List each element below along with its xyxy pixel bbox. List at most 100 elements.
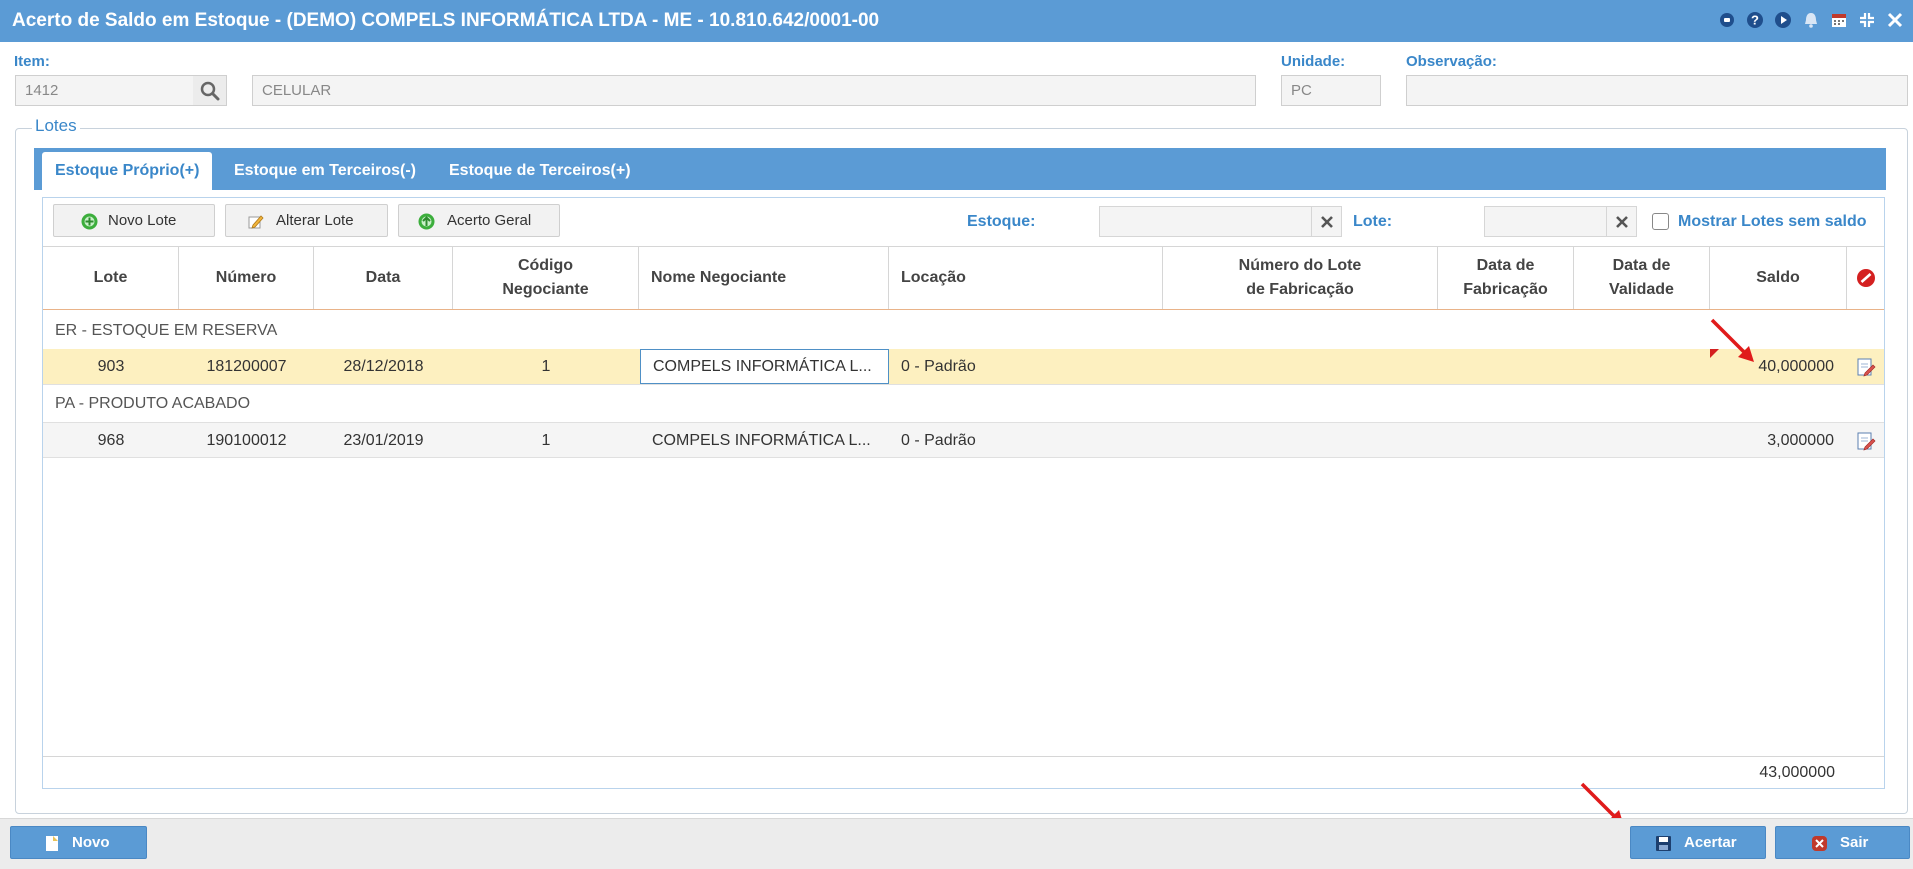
- bell-icon[interactable]: [1801, 10, 1821, 30]
- clear-x-icon: [1615, 215, 1628, 228]
- col-saldo[interactable]: Saldo: [1710, 247, 1847, 309]
- row-edit-action[interactable]: [1847, 423, 1884, 458]
- unidade-label: Unidade:: [1281, 53, 1346, 70]
- cell-lote: 968: [97, 431, 125, 449]
- unidade-input[interactable]: PC: [1281, 75, 1381, 106]
- table-row[interactable]: 968 190100012 23/01/2019 1 COMPELS INFOR…: [43, 422, 1884, 458]
- calendar-icon[interactable]: [1829, 10, 1849, 30]
- acertar-button[interactable]: Acertar: [1630, 826, 1766, 859]
- document-edit-icon: [1857, 358, 1875, 377]
- sair-label: Sair: [1840, 834, 1869, 851]
- novo-button[interactable]: Novo: [10, 826, 147, 859]
- estoque-filter-input[interactable]: [1099, 206, 1312, 237]
- lote-filter-input[interactable]: [1484, 206, 1607, 237]
- group-header-pa: PA - PRODUTO ACABADO: [55, 395, 251, 412]
- lotes-legend: Lotes: [32, 116, 80, 136]
- play-icon[interactable]: [1773, 10, 1793, 30]
- col-lote[interactable]: Lote: [43, 247, 179, 309]
- cell-numero: 190100012: [206, 431, 287, 449]
- mostrar-lotes-checkbox[interactable]: [1652, 213, 1669, 230]
- cell-num-lote-fab: [1163, 423, 1438, 458]
- close-icon[interactable]: [1885, 10, 1905, 30]
- grid-header: Lote Número Data Código Negociante Nome N…: [43, 246, 1884, 310]
- cell-nome[interactable]: COMPELS INFORMÁTICA L...: [640, 349, 889, 384]
- col-data-validade[interactable]: Data de Validade: [1574, 247, 1710, 309]
- novo-lote-button[interactable]: Novo Lote: [53, 204, 215, 237]
- window-title: Acerto de Saldo em Estoque - (DEMO) COMP…: [12, 10, 880, 31]
- collapse-icon[interactable]: [1857, 10, 1877, 30]
- help-icon[interactable]: ?: [1745, 10, 1765, 30]
- lote-filter-label: Lote:: [1353, 213, 1393, 230]
- save-icon: [1656, 836, 1671, 851]
- cell-data-val: [1574, 423, 1710, 458]
- cell-saldo[interactable]: 3,000000: [1710, 423, 1847, 458]
- col-data[interactable]: Data: [314, 247, 453, 309]
- cell-locacao: 0 - Padrão: [901, 357, 976, 375]
- cell-data-fab: [1438, 423, 1574, 458]
- tab-estoque-em-terceiros[interactable]: Estoque em Terceiros(-): [221, 152, 429, 190]
- observacao-label: Observação:: [1406, 53, 1497, 70]
- tab-estoque-de-terceiros[interactable]: Estoque de Terceiros(+): [436, 152, 644, 190]
- cell-numero: 181200007: [206, 357, 287, 375]
- cell-codigo: 1: [541, 357, 551, 375]
- estoque-filter-label: Estoque:: [967, 213, 1036, 230]
- cell-codigo: 1: [541, 431, 551, 449]
- col-data-fab-line1: Data de: [1476, 257, 1535, 274]
- document-edit-icon: [1857, 432, 1875, 451]
- alterar-lote-label: Alterar Lote: [276, 212, 354, 229]
- item-search-button[interactable]: [193, 75, 227, 106]
- col-nome-negociante[interactable]: Nome Negociante: [639, 247, 889, 309]
- app-window: Acerto de Saldo em Estoque - (DEMO) COMP…: [0, 0, 1913, 869]
- mostrar-lotes-label[interactable]: Mostrar Lotes sem saldo: [1678, 213, 1867, 231]
- alterar-lote-button[interactable]: Alterar Lote: [225, 204, 388, 237]
- arrow-up-circle-icon: [418, 213, 435, 230]
- plus-circle-icon: [81, 213, 98, 230]
- new-document-icon: [46, 836, 58, 851]
- col-data-val-line2: Validade: [1609, 281, 1674, 298]
- cell-data: 23/01/2019: [343, 431, 424, 449]
- cell-data: 28/12/2018: [343, 357, 424, 375]
- acerto-geral-button[interactable]: Acerto Geral: [398, 204, 560, 237]
- cell-locacao: 0 - Padrão: [901, 431, 976, 449]
- tab-estoque-proprio[interactable]: Estoque Próprio(+): [42, 152, 213, 190]
- col-codigo-negociante[interactable]: Código Negociante: [453, 247, 639, 309]
- acertar-label: Acertar: [1684, 834, 1737, 851]
- col-numero-lote-fabricacao[interactable]: Número do Lote de Fabricação: [1163, 247, 1438, 309]
- clear-x-icon: [1320, 215, 1333, 228]
- cell-lote: 903: [97, 357, 125, 375]
- col-num-lote-line1: Número do Lote: [1238, 257, 1362, 274]
- col-data-fabricacao[interactable]: Data de Fabricação: [1438, 247, 1574, 309]
- total-saldo: 43,000000: [1759, 764, 1835, 781]
- estoque-clear-button[interactable]: [1312, 206, 1342, 237]
- row-edit-action[interactable]: [1847, 349, 1884, 384]
- cell-nome[interactable]: COMPELS INFORMÁTICA L...: [640, 423, 889, 458]
- col-numero[interactable]: Número: [179, 247, 314, 309]
- lote-clear-button[interactable]: [1607, 206, 1637, 237]
- exit-icon: [1812, 836, 1827, 851]
- edit-icon: [248, 215, 264, 229]
- cell-data-val: [1574, 349, 1710, 384]
- col-actions[interactable]: [1847, 247, 1884, 309]
- col-data-val-line1: Data de: [1612, 257, 1671, 274]
- grid-footer: 43,000000: [43, 756, 1884, 788]
- acerto-geral-label: Acerto Geral: [447, 212, 532, 229]
- cell-saldo[interactable]: 40,000000: [1710, 349, 1847, 384]
- observacao-input[interactable]: [1406, 75, 1908, 106]
- table-row[interactable]: 903 181200007 28/12/2018 1 COMPELS INFOR…: [43, 349, 1884, 385]
- svg-text:?: ?: [1751, 13, 1759, 28]
- novo-lote-label: Novo Lote: [108, 212, 177, 229]
- item-code-input[interactable]: 1412: [15, 75, 194, 106]
- item-description-input[interactable]: CELULAR: [252, 75, 1256, 106]
- cell-data-fab: [1438, 349, 1574, 384]
- novo-label: Novo: [72, 834, 110, 851]
- title-bar: Acerto de Saldo em Estoque - (DEMO) COMP…: [0, 0, 1913, 42]
- item-label: Item:: [14, 53, 50, 70]
- search-icon: [200, 81, 219, 100]
- col-locacao[interactable]: Locação: [889, 247, 1163, 309]
- edited-marker-icon: [1710, 349, 1719, 358]
- record-icon[interactable]: [1717, 10, 1737, 30]
- lotes-tabs: Estoque Próprio(+) Estoque em Terceiros(…: [34, 148, 1886, 190]
- sair-button[interactable]: Sair: [1775, 826, 1910, 859]
- cell-num-lote-fab: [1163, 349, 1438, 384]
- group-header-er: ER - ESTOQUE EM RESERVA: [55, 322, 278, 339]
